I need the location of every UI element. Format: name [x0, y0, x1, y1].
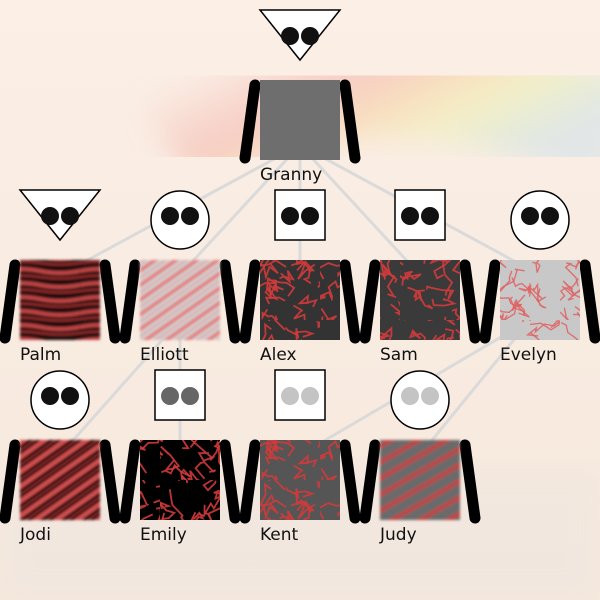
eye-left	[401, 207, 419, 225]
eye-left	[41, 207, 59, 225]
person-name: Palm	[20, 345, 61, 365]
body-judy	[380, 440, 460, 520]
person-name: Sam	[380, 345, 418, 365]
head-emily	[154, 369, 206, 421]
person-name: Granny	[260, 165, 322, 185]
person-name: Judy	[379, 525, 417, 545]
eye-right	[541, 207, 559, 225]
body-granny	[260, 80, 340, 160]
head-elliott	[150, 190, 210, 250]
eye-right	[421, 387, 439, 405]
person-name: Emily	[140, 525, 187, 545]
body-jodi	[20, 440, 100, 520]
eye-right	[301, 207, 319, 225]
body-palm	[20, 260, 100, 340]
eye-right	[61, 387, 79, 405]
eye-left	[521, 207, 539, 225]
eye-right	[301, 387, 319, 405]
head-judy	[390, 370, 450, 430]
eye-left	[281, 207, 299, 225]
head-evelyn	[510, 190, 570, 250]
eye-left	[281, 27, 299, 45]
body-alex	[260, 260, 340, 340]
person-name: Evelyn	[500, 345, 557, 365]
family-tree-diagram: Granny Palm Elliott Alex Sam Evelyn Jodi Emily K…	[0, 0, 600, 600]
eye-right	[61, 207, 79, 225]
eye-left	[161, 207, 179, 225]
head-sam	[394, 189, 446, 241]
person-name: Elliott	[140, 345, 189, 365]
person-name: Kent	[260, 525, 299, 545]
head-jodi	[30, 370, 90, 430]
person-name: Alex	[260, 345, 297, 365]
eye-right	[181, 207, 199, 225]
body-elliott	[140, 260, 220, 340]
eye-left	[281, 387, 299, 405]
eye-left	[41, 387, 59, 405]
person-name: Jodi	[19, 525, 51, 545]
head-kent	[274, 369, 326, 421]
head-alex	[274, 189, 326, 241]
eye-left	[401, 387, 419, 405]
body-kent	[260, 440, 340, 520]
body-evelyn	[500, 260, 580, 340]
eye-right	[421, 207, 439, 225]
eye-right	[181, 387, 199, 405]
body-sam	[380, 260, 460, 340]
body-emily	[140, 440, 220, 520]
eye-right	[301, 27, 319, 45]
eye-left	[161, 387, 179, 405]
